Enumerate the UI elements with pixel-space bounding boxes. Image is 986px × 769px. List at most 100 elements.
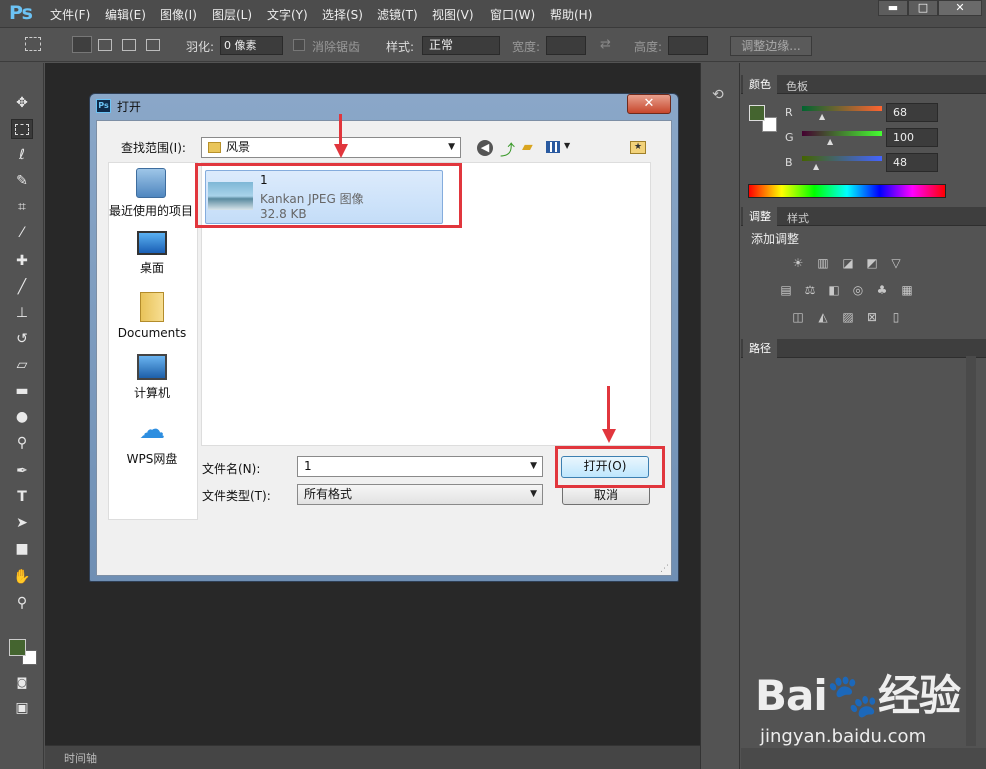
height-input[interactable] xyxy=(668,36,708,55)
new-selection-icon[interactable] xyxy=(72,36,92,53)
view-menu-icon[interactable] xyxy=(546,141,560,153)
red-slider[interactable] xyxy=(802,106,882,111)
timeline-tab[interactable]: 时间轴 xyxy=(64,750,97,766)
menu-help[interactable]: 帮助(H) xyxy=(550,6,592,23)
lookin-select[interactable]: 风景 ▼ xyxy=(201,137,461,158)
cancel-button[interactable]: 取消 xyxy=(562,485,650,505)
threshold-icon[interactable]: ▨ xyxy=(840,310,856,324)
width-input[interactable] xyxy=(546,36,586,55)
filename-input[interactable]: 1 ▼ xyxy=(297,456,543,477)
swap-dimensions-icon[interactable]: ⇄ xyxy=(600,37,611,52)
hand-tool-icon[interactable]: ✋ xyxy=(11,567,33,587)
eyedropper-tool-icon[interactable]: ⁄ xyxy=(11,223,33,243)
filetype-select[interactable]: 所有格式 ▼ xyxy=(297,484,543,505)
close-window-button[interactable]: ✕ xyxy=(938,0,982,16)
menu-layer[interactable]: 图层(L) xyxy=(212,6,252,23)
menu-edit[interactable]: 编辑(E) xyxy=(105,6,146,23)
minimize-button[interactable]: ▬ xyxy=(878,0,908,16)
refine-edge-button[interactable]: 调整边缘... xyxy=(730,36,812,56)
menu-type[interactable]: 文字(Y) xyxy=(267,6,308,23)
menu-window[interactable]: 窗口(W) xyxy=(490,6,535,23)
quick-select-tool-icon[interactable]: ✎ xyxy=(11,171,33,191)
intersect-selection-icon[interactable] xyxy=(146,39,160,51)
tab-adjustments[interactable]: 调整 xyxy=(743,207,777,226)
posterize-icon[interactable]: ◭ xyxy=(815,310,831,324)
new-folder-icon[interactable]: ▰ xyxy=(522,139,533,155)
antialias-checkbox[interactable] xyxy=(293,39,305,51)
quick-mask-icon[interactable]: ◙ xyxy=(11,672,33,692)
favorites-folder-icon[interactable]: ★ xyxy=(630,141,646,154)
selective-color-icon[interactable]: ⊠ xyxy=(864,310,880,324)
up-folder-icon[interactable]: ⤴ xyxy=(500,139,515,160)
clone-stamp-icon[interactable]: ⊥ xyxy=(11,303,33,323)
view-dropdown-icon[interactable]: ▼ xyxy=(564,141,570,150)
hue-saturation-icon[interactable]: ▤ xyxy=(778,283,794,297)
blue-slider-thumb[interactable]: ▲ xyxy=(813,162,819,171)
place-computer[interactable]: 计算机 xyxy=(107,354,197,401)
marquee-preset-icon[interactable] xyxy=(25,37,41,51)
red-slider-thumb[interactable]: ▲ xyxy=(819,112,825,121)
rectangle-tool-icon[interactable]: ■ xyxy=(11,539,33,559)
healing-brush-icon[interactable]: ✚ xyxy=(11,251,33,271)
pen-tool-icon[interactable]: ✒ xyxy=(11,461,33,481)
tab-paths[interactable]: 路径 xyxy=(743,339,777,358)
green-slider-thumb[interactable]: ▲ xyxy=(827,137,833,146)
place-recent[interactable]: 最近使用的项目 xyxy=(106,168,196,219)
exposure-icon[interactable]: ◩ xyxy=(864,256,880,270)
maximize-button[interactable]: □ xyxy=(908,0,938,16)
style-select[interactable]: 正常 xyxy=(422,36,500,55)
resize-grip-icon[interactable]: ⋰ xyxy=(660,564,669,574)
tab-color[interactable]: 颜色 xyxy=(743,75,777,94)
place-wps-cloud[interactable]: ☁ WPS网盘 xyxy=(107,416,197,467)
history-panel-icon[interactable]: ⟲ xyxy=(712,87,724,103)
menu-select[interactable]: 选择(S) xyxy=(322,6,363,23)
invert-icon[interactable]: ◫ xyxy=(790,310,806,324)
color-balance-icon[interactable]: ⚖ xyxy=(802,283,818,297)
brush-tool-icon[interactable]: ╱ xyxy=(11,277,33,297)
menu-view[interactable]: 视图(V) xyxy=(432,6,474,23)
menu-image[interactable]: 图像(I) xyxy=(160,6,197,23)
red-value-input[interactable]: 68 xyxy=(886,103,938,122)
color-spectrum-ramp[interactable] xyxy=(748,184,946,198)
vibrance-icon[interactable]: ▽ xyxy=(888,256,904,270)
lasso-tool-icon[interactable]: ℓ xyxy=(11,145,33,165)
green-value-input[interactable]: 100 xyxy=(886,128,938,147)
photo-filter-icon[interactable]: ◎ xyxy=(850,283,866,297)
menu-file[interactable]: 文件(F) xyxy=(50,6,90,23)
curves-icon[interactable]: ◪ xyxy=(840,256,856,270)
tab-swatches[interactable]: 色板 xyxy=(786,78,808,94)
zoom-tool-icon[interactable]: ⚲ xyxy=(11,593,33,613)
gradient-map-icon[interactable]: ▯ xyxy=(888,310,904,324)
green-slider[interactable] xyxy=(802,131,882,136)
place-documents[interactable]: Documents xyxy=(107,292,197,340)
paths-scrollbar[interactable] xyxy=(966,356,976,746)
crop-tool-icon[interactable]: ⌗ xyxy=(11,197,33,217)
blue-value-input[interactable]: 48 xyxy=(886,153,938,172)
dialog-close-button[interactable]: ✕ xyxy=(627,94,671,114)
path-select-icon[interactable]: ➤ xyxy=(11,513,33,533)
subtract-selection-icon[interactable] xyxy=(122,39,136,51)
dodge-tool-icon[interactable]: ⚲ xyxy=(11,433,33,453)
tab-styles[interactable]: 样式 xyxy=(787,210,809,226)
channel-mixer-icon[interactable]: ♣ xyxy=(874,283,890,297)
history-brush-icon[interactable]: ↺ xyxy=(11,329,33,349)
eraser-tool-icon[interactable]: ▱ xyxy=(11,355,33,375)
add-selection-icon[interactable] xyxy=(98,39,112,51)
back-icon[interactable]: ◀ xyxy=(477,140,493,156)
blur-tool-icon[interactable]: ● xyxy=(11,407,33,427)
blue-slider[interactable] xyxy=(802,156,882,161)
levels-icon[interactable]: ▥ xyxy=(815,256,831,270)
brightness-icon[interactable]: ☀ xyxy=(790,256,806,270)
screen-mode-icon[interactable]: ▣ xyxy=(11,698,33,718)
foreground-color-swatch[interactable] xyxy=(9,639,26,656)
feather-input[interactable]: 0 像素 xyxy=(220,36,283,55)
move-tool-icon[interactable]: ✥ xyxy=(11,93,33,113)
color-lookup-icon[interactable]: ▦ xyxy=(899,283,915,297)
gradient-tool-icon[interactable]: ▬ xyxy=(11,381,33,401)
marquee-tool-icon[interactable] xyxy=(11,119,33,139)
place-desktop[interactable]: 桌面 xyxy=(107,231,197,276)
black-white-icon[interactable]: ◧ xyxy=(826,283,842,297)
menu-filter[interactable]: 滤镜(T) xyxy=(377,6,418,23)
color-foreground-swatch[interactable] xyxy=(749,105,765,121)
type-tool-icon[interactable]: T xyxy=(11,487,33,507)
